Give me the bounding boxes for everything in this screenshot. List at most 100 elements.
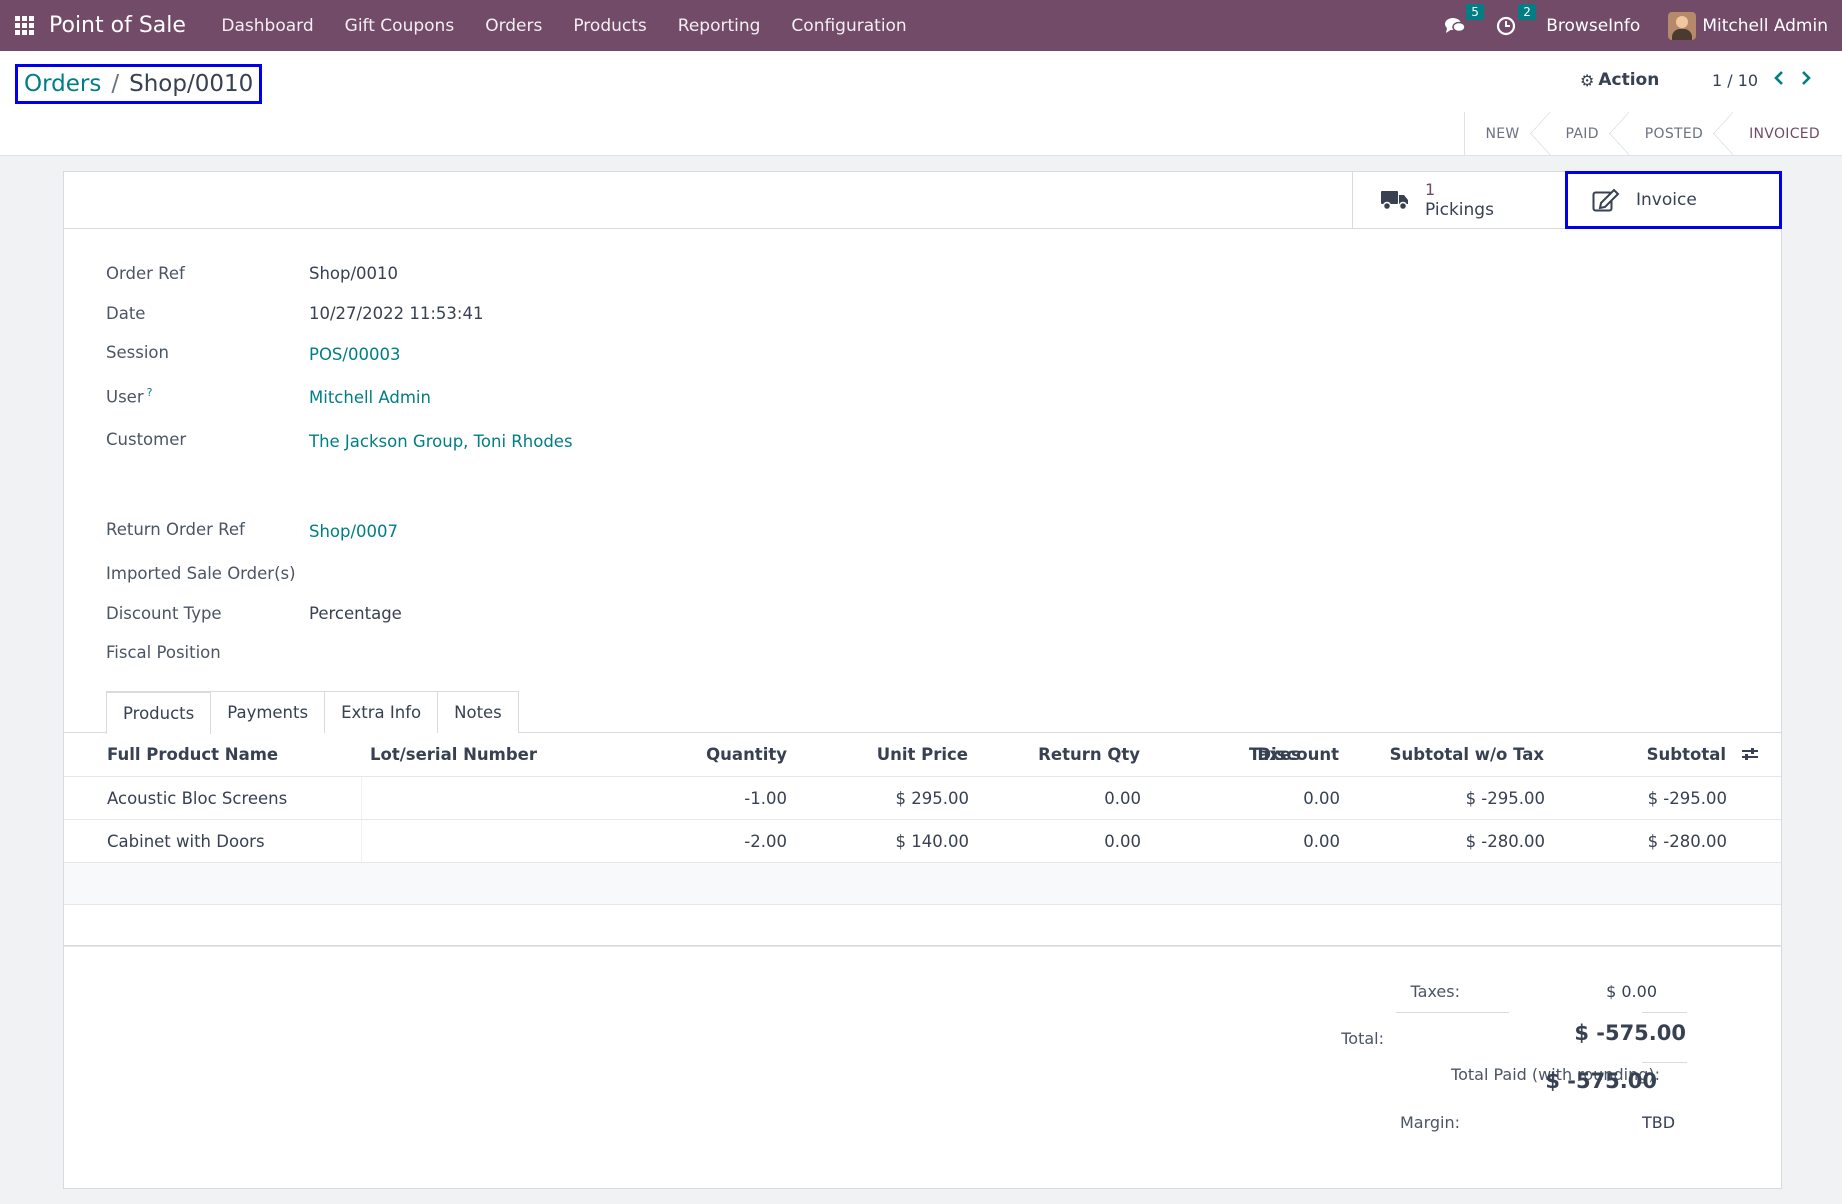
total-paid-value: $ -575.00 xyxy=(1545,1069,1657,1093)
order-ref-value: Shop/0010 xyxy=(309,264,399,283)
paid-rule xyxy=(1642,1062,1687,1063)
date-value: 10/27/2022 11:53:41 xyxy=(309,304,484,323)
discount-type-label: Discount Type xyxy=(106,604,222,623)
activities-badge: 2 xyxy=(1518,3,1536,20)
row-subtotal: $ -295.00 xyxy=(1647,788,1727,808)
activities-button[interactable]: 2 xyxy=(1496,3,1536,36)
menu-orders[interactable]: Orders xyxy=(470,16,558,36)
total-label: Total: xyxy=(1341,1029,1384,1048)
row-subtotal-wo-tax: $ -295.00 xyxy=(1465,788,1545,808)
empty-row xyxy=(64,863,1781,905)
menu-gift-coupons[interactable]: Gift Coupons xyxy=(329,16,470,36)
col-subtotal[interactable]: Subtotal xyxy=(1564,733,1726,776)
col-taxes[interactable]: Taxes xyxy=(1249,733,1301,776)
col-quantity[interactable]: Quantity xyxy=(624,733,787,776)
app-name[interactable]: Point of Sale xyxy=(49,13,186,38)
menu-reporting[interactable]: Reporting xyxy=(662,16,776,36)
systray: 5 2 BrowseInfo Mitchell Admin xyxy=(1444,0,1842,51)
pager-previous-button[interactable] xyxy=(1769,65,1789,91)
tab-products[interactable]: Products xyxy=(106,691,212,734)
breadcrumb: Orders / Shop/0010 xyxy=(15,64,263,104)
pickings-button[interactable]: 1 Pickings xyxy=(1352,172,1565,228)
column-separator xyxy=(361,777,362,819)
action-button[interactable]: ⚙ Action xyxy=(1580,70,1659,90)
menu-dashboard[interactable]: Dashboard xyxy=(206,16,329,36)
table-header: Full Product Name Lot/serial Number Quan… xyxy=(64,733,1781,777)
pager-next-button[interactable] xyxy=(1796,65,1816,91)
truck-icon xyxy=(1381,189,1409,211)
row-unit-price: $ 295.00 xyxy=(895,788,969,808)
customer-link[interactable]: The Jackson Group, Toni Rhodes xyxy=(309,432,573,451)
session-link[interactable]: POS/00003 xyxy=(309,345,400,364)
return-ref-label: Return Order Ref xyxy=(106,520,245,539)
menu-products[interactable]: Products xyxy=(558,16,662,36)
user-link[interactable]: Mitchell Admin xyxy=(309,388,431,407)
col-unit-price[interactable]: Unit Price xyxy=(814,733,968,776)
messages-button[interactable]: 5 xyxy=(1444,3,1484,36)
fiscal-position-label: Fiscal Position xyxy=(106,643,221,662)
col-lot-serial[interactable]: Lot/serial Number xyxy=(370,733,537,776)
notebook-tabs: Products Payments Extra Info Notes xyxy=(106,691,519,734)
invoice-label: Invoice xyxy=(1636,190,1697,210)
gear-icon: ⚙ xyxy=(1580,70,1595,90)
stage-new[interactable]: NEW xyxy=(1465,112,1550,155)
margin-label: Margin: xyxy=(1399,1113,1460,1132)
session-label: Session xyxy=(106,343,169,362)
action-label: Action xyxy=(1598,70,1660,90)
stage-invoiced[interactable]: INVOICED xyxy=(1723,112,1842,155)
total-value: $ -575.00 xyxy=(1574,1021,1686,1045)
total-rule-left xyxy=(1396,1012,1509,1013)
taxes-value: $ 0.00 xyxy=(1606,982,1657,1001)
row-quantity: -2.00 xyxy=(744,831,787,851)
imported-sale-orders-label: Imported Sale Order(s) xyxy=(106,564,296,583)
tab-notes[interactable]: Notes xyxy=(437,691,519,733)
row-discount: 0.00 xyxy=(1303,831,1340,851)
chat-icon xyxy=(1445,17,1466,33)
pickings-label: Pickings xyxy=(1425,200,1494,220)
menu-configuration[interactable]: Configuration xyxy=(776,16,922,36)
table-row[interactable]: Cabinet with Doors -2.00 $ 140.00 0.00 0… xyxy=(64,820,1781,863)
tab-payments[interactable]: Payments xyxy=(210,691,326,733)
company-switcher[interactable]: BrowseInfo xyxy=(1546,16,1640,36)
return-ref-link[interactable]: Shop/0007 xyxy=(309,522,398,541)
col-full-product-name[interactable]: Full Product Name xyxy=(107,733,278,776)
row-product-name: Cabinet with Doors xyxy=(107,831,265,851)
edit-icon xyxy=(1592,188,1620,212)
user-label-text: User xyxy=(106,387,144,407)
customer-label: Customer xyxy=(106,430,187,449)
column-settings-icon[interactable] xyxy=(1741,745,1759,767)
row-return-qty: 0.00 xyxy=(1104,788,1141,808)
order-ref-label: Order Ref xyxy=(106,264,185,283)
date-label: Date xyxy=(106,304,146,323)
pickings-count: 1 xyxy=(1425,180,1436,199)
stage-posted[interactable]: POSTED xyxy=(1619,112,1734,155)
total-rule-right xyxy=(1642,1012,1687,1013)
row-unit-price: $ 140.00 xyxy=(895,831,969,851)
avatar xyxy=(1668,11,1697,40)
table-row[interactable]: Acoustic Bloc Screens -1.00 $ 295.00 0.0… xyxy=(64,777,1781,820)
col-subtotal-wo-tax[interactable]: Subtotal w/o Tax xyxy=(1344,733,1544,776)
pager-value[interactable]: 1 / 10 xyxy=(1712,71,1758,90)
apps-grid-icon[interactable] xyxy=(15,15,35,36)
margin-value: TBD xyxy=(1642,1113,1676,1132)
empty-row xyxy=(64,905,1781,947)
breadcrumb-orders[interactable]: Orders xyxy=(24,71,101,97)
tab-extra-info[interactable]: Extra Info xyxy=(324,691,439,733)
stage-paid[interactable]: PAID xyxy=(1540,112,1630,155)
clock-icon xyxy=(1497,16,1516,35)
user-name: Mitchell Admin xyxy=(1702,15,1828,36)
chevron-right-icon xyxy=(1802,71,1811,85)
col-return-qty[interactable]: Return Qty xyxy=(994,733,1140,776)
row-product-name: Acoustic Bloc Screens xyxy=(107,788,288,808)
user-label: User? xyxy=(106,386,152,407)
breadcrumb-current: Shop/0010 xyxy=(129,71,254,97)
invoice-button[interactable]: Invoice xyxy=(1565,171,1782,229)
row-subtotal: $ -280.00 xyxy=(1647,831,1727,851)
status-bar: NEW PAID POSTED INVOICED xyxy=(1464,112,1842,155)
user-menu[interactable]: Mitchell Admin xyxy=(1668,11,1828,40)
chevron-left-icon xyxy=(1774,71,1783,85)
row-return-qty: 0.00 xyxy=(1104,831,1141,851)
help-icon[interactable]: ? xyxy=(147,386,153,399)
messages-badge: 5 xyxy=(1466,3,1484,20)
discount-type-value: Percentage xyxy=(309,604,402,623)
